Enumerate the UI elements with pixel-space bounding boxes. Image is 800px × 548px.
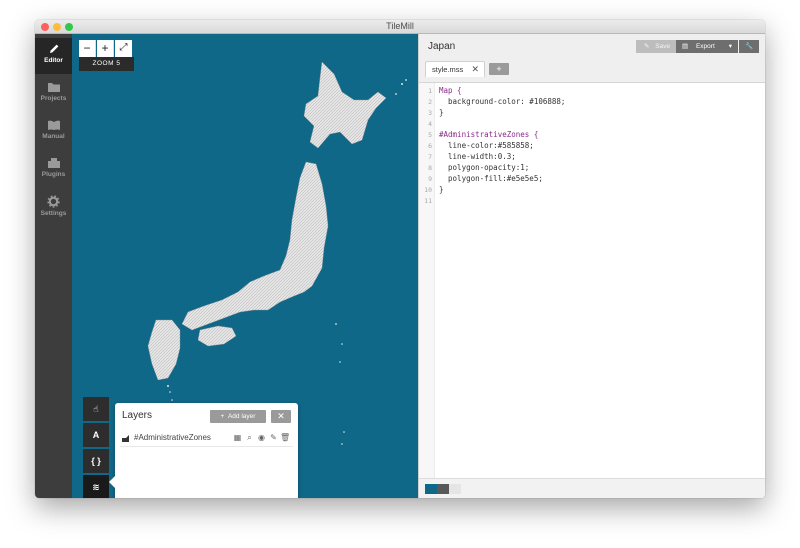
sidebar-item-editor[interactable]: Editor <box>35 38 72 74</box>
document-icon: ▤ <box>682 43 689 50</box>
polygon-layer-icon <box>122 435 129 442</box>
folder-icon <box>47 83 60 92</box>
code-line: background-color: #106888; <box>439 97 566 106</box>
style-editor: Japan ✎ Save ▤ Export ▾ 🔧 style.mss ✕ + <box>418 34 765 498</box>
tab-label: style.mss <box>432 65 464 74</box>
app-window: TileMill Editor Projects Manual Plugins … <box>35 20 765 498</box>
line-number: 11 <box>424 197 432 205</box>
code-line: polygon-fill:#e5e5e5; <box>439 174 543 183</box>
export-label: Export <box>695 43 715 50</box>
save-button[interactable]: ✎ Save <box>636 40 676 53</box>
layer-name: #AdministrativeZones <box>134 433 211 442</box>
hand-icon[interactable]: ☝ <box>83 397 109 421</box>
line-number: 5 <box>428 131 432 139</box>
line-number: 1 <box>428 87 432 95</box>
sidebar-item-label: Editor <box>44 57 63 64</box>
tab-style-mss[interactable]: style.mss ✕ <box>425 61 485 77</box>
sidebar-item-manual[interactable]: Manual <box>35 114 72 150</box>
export-button[interactable]: ▤ Export ▾ <box>676 40 738 53</box>
line-number-gutter: 1 2 3 4 5 6 7 8 9 10 11 <box>419 83 435 478</box>
add-layer-button[interactable]: + Add layer <box>210 410 266 423</box>
wrench-icon[interactable]: 🔧 <box>739 40 759 53</box>
color-swatch[interactable] <box>449 484 461 494</box>
font-icon[interactable]: A <box>83 423 109 447</box>
project-title: Japan <box>428 41 456 52</box>
sidebar-item-plugins[interactable]: Plugins <box>35 152 72 188</box>
color-swatch[interactable] <box>437 484 449 494</box>
line-number: 2 <box>428 98 432 106</box>
layers-panel-caret <box>109 476 115 488</box>
line-number: 6 <box>428 142 432 150</box>
line-number: 10 <box>424 186 432 194</box>
plugin-icon <box>47 158 60 168</box>
book-icon <box>47 120 60 130</box>
code-line: line-width:0.3; <box>439 152 516 161</box>
zoom-in-button[interactable]: + <box>97 40 114 57</box>
sidebar-item-label: Projects <box>40 95 67 102</box>
close-layers-button[interactable]: ✕ <box>271 410 291 423</box>
brackets-icon[interactable]: { } <box>83 449 109 473</box>
code-editor[interactable]: 1 2 3 4 5 6 7 8 9 10 11 Map { background… <box>419 83 765 478</box>
line-number: 8 <box>428 164 432 172</box>
window-title: TileMill <box>386 21 414 31</box>
sidebar-item-projects[interactable]: Projects <box>35 76 72 112</box>
sidebar: Editor Projects Manual Plugins Settings <box>35 34 72 498</box>
zoom-out-button[interactable]: − <box>79 40 96 57</box>
zoom-level-label: ZOOM 5 <box>79 57 134 71</box>
close-tab-icon[interactable]: ✕ <box>471 62 479 77</box>
layers-panel-title: Layers <box>122 410 153 421</box>
line-number: 7 <box>428 153 432 161</box>
add-layer-label: Add layer <box>227 413 256 420</box>
layers-icon[interactable]: ≋ <box>83 475 109 498</box>
code-line: polygon-opacity:1; <box>439 163 530 172</box>
layers-panel: Layers + Add layer ✕ #AdministrativeZone… <box>109 403 298 498</box>
sidebar-item-label: Manual <box>42 133 65 140</box>
code-line: } <box>439 108 444 117</box>
sidebar-item-label: Plugins <box>41 171 66 178</box>
line-number: 3 <box>428 109 432 117</box>
title-bar: TileMill <box>35 20 765 34</box>
trash-icon[interactable]: 🗑 <box>280 433 290 443</box>
map-view[interactable]: − + ⤢ ZOOM 5 ☝ A { } ≋ Layers + Add laye… <box>72 34 418 498</box>
search-icon[interactable]: ⌕ <box>245 433 254 443</box>
save-label: Save <box>655 43 671 50</box>
add-tab-button[interactable]: + <box>489 63 509 75</box>
pencil-icon <box>49 44 58 53</box>
table-icon[interactable]: ▦ <box>233 433 242 443</box>
code-line: #AdministrativeZones { <box>439 130 539 139</box>
zoom-control: − + ⤢ ZOOM 5 <box>79 40 134 71</box>
line-number: 9 <box>428 175 432 183</box>
pencil-icon: ✎ <box>644 43 650 50</box>
code-line: line-color:#585858; <box>439 141 534 150</box>
sidebar-item-settings[interactable]: Settings <box>35 190 72 226</box>
layer-row[interactable]: #AdministrativeZones ▦ ⌕ ◉ ✎ 🗑 <box>120 431 293 447</box>
gear-icon <box>47 195 60 208</box>
eye-icon[interactable]: ◉ <box>257 433 266 443</box>
plus-icon: + <box>220 413 225 420</box>
sidebar-item-label: Settings <box>40 210 67 217</box>
pencil-icon[interactable]: ✎ <box>269 433 278 443</box>
color-swatch[interactable] <box>425 484 437 494</box>
line-number: 4 <box>428 120 432 128</box>
editor-header: Japan ✎ Save ▤ Export ▾ 🔧 style.mss ✕ + <box>419 34 765 83</box>
fullscreen-icon[interactable]: ⤢ <box>115 40 132 57</box>
caret-down-icon: ▾ <box>728 43 732 50</box>
code-line: } <box>439 185 444 194</box>
code-line: Map { <box>439 86 462 95</box>
color-palette-bar <box>419 478 765 498</box>
